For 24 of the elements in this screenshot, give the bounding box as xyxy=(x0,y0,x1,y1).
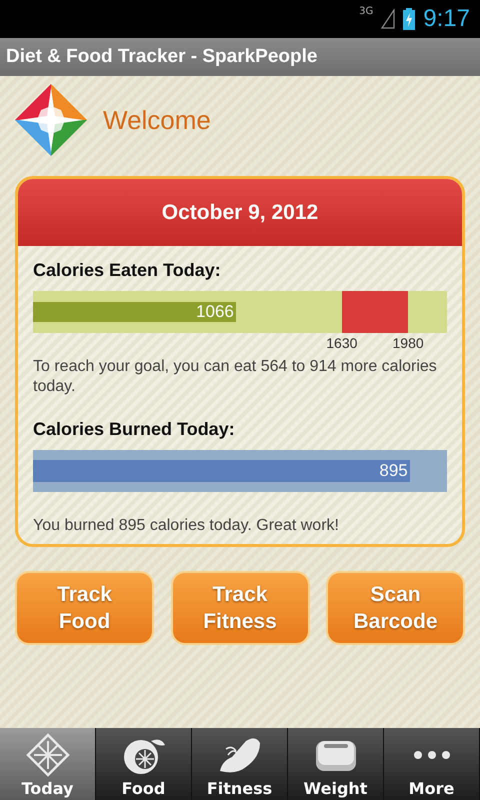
nav-tab[interactable]: Today xyxy=(0,728,96,800)
nav-tab[interactable]: More xyxy=(384,728,480,800)
more-icon xyxy=(412,751,452,759)
signal-icon xyxy=(381,9,396,29)
goal-min-label: 1630 xyxy=(326,335,358,351)
nav-tab[interactable]: Weight xyxy=(288,728,384,800)
nav-tab[interactable]: Food xyxy=(96,728,192,800)
goal-max-label: 1980 xyxy=(392,335,424,351)
battery-icon xyxy=(403,8,416,30)
burned-label: Calories Burned Today: xyxy=(33,419,236,440)
network-label: 3G xyxy=(359,6,374,17)
clock: 9:17 xyxy=(423,5,470,33)
star-icon xyxy=(26,733,70,777)
eaten-fill: 1066 xyxy=(33,302,236,322)
nav-tab[interactable]: Fitness xyxy=(192,728,288,800)
burned-message: You burned 895 calories today. Great work! xyxy=(33,516,340,536)
eaten-label: Calories Eaten Today: xyxy=(33,260,222,281)
logo-icon xyxy=(15,84,87,156)
window-title: Diet & Food Tracker - SparkPeople xyxy=(6,46,318,68)
welcome-heading: Welcome xyxy=(103,104,211,136)
date-header: October 9, 2012 xyxy=(18,179,462,246)
eaten-message: To reach your goal, you can eat 564 to 914 more calories today. xyxy=(33,357,438,397)
burned-fill: 895 xyxy=(33,460,410,482)
goal-range xyxy=(342,291,408,333)
